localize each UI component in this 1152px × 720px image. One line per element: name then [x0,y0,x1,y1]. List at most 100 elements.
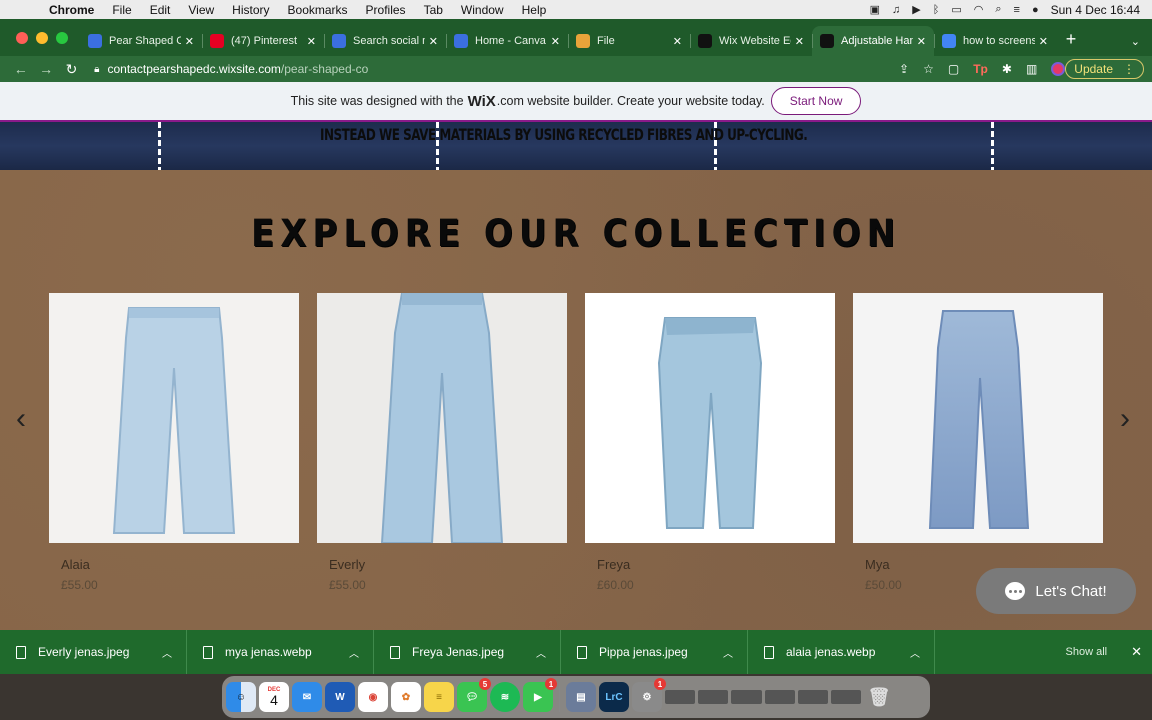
chat-bubble-icon [1005,582,1026,600]
menu-tab[interactable]: Tab [415,3,452,17]
puzzle-extensions-icon[interactable]: ✱ [1002,62,1012,76]
download-options-chevron-icon[interactable]: ︿ [349,645,359,660]
menu-bookmarks[interactable]: Bookmarks [279,3,357,17]
more-menu-icon[interactable]: ⋮ [1123,62,1135,76]
carousel-next-arrow-icon[interactable]: › [1120,402,1130,436]
extension-icon[interactable]: ▢ [948,62,959,76]
browser-tab[interactable]: how to screens ✕ [934,26,1056,56]
screen-record-icon[interactable]: ▣ [870,3,880,16]
menu-history[interactable]: History [223,3,278,17]
menu-file[interactable]: File [103,3,140,17]
notes-icon[interactable]: ≡ [424,682,454,712]
browser-tab[interactable]: Search social m ✕ [324,26,446,56]
tab-search-chevron-icon[interactable]: ⌄ [1119,35,1152,56]
spotify-icon[interactable]: ≋ [490,682,520,712]
calendar-icon[interactable]: DEC 4 [259,682,289,712]
download-item[interactable]: mya jenas.webp ︿ [187,630,374,674]
update-button[interactable]: Update ⋮ [1065,59,1144,79]
downloads-stack[interactable] [665,690,862,704]
menu-view[interactable]: View [179,3,223,17]
forward-button[interactable]: → [33,61,58,77]
finder-icon[interactable]: ☺ [226,682,256,712]
product-image[interactable] [585,293,835,543]
browser-tab[interactable]: Wix Website Ed ✕ [690,26,812,56]
mail-icon[interactable]: ✉ [292,682,322,712]
close-window-button[interactable] [16,32,28,44]
download-item[interactable]: Pippa jenas.jpeg ︿ [561,630,748,674]
browser-tab[interactable]: File ✕ [568,26,690,56]
wifi-icon[interactable]: ◠ [974,3,984,16]
facetime-icon[interactable]: ▶ 1 [523,678,557,712]
lightroom-icon[interactable]: LrC [599,682,629,712]
menu-clock[interactable]: Sun 4 Dec 16:44 [1051,3,1140,17]
product-image[interactable] [49,293,299,543]
close-tab-icon[interactable]: ✕ [307,35,316,48]
close-tab-icon[interactable]: ✕ [1039,35,1048,48]
bluetooth-icon[interactable]: ᛒ [933,4,940,16]
close-downloads-icon[interactable]: ✕ [1131,644,1142,660]
browser-tab[interactable]: Home - Canva ✕ [446,26,568,56]
product-card[interactable]: Mya £50.00 [853,293,1103,592]
bookmark-star-icon[interactable]: ☆ [923,62,934,76]
photos-icon[interactable]: ✿ [391,682,421,712]
chrome-icon[interactable]: ◉ [358,682,388,712]
siri-icon[interactable]: ● [1032,4,1039,16]
download-item[interactable]: alaia jenas.webp ︿ [748,630,935,674]
fullscreen-window-button[interactable] [56,32,68,44]
product-name[interactable]: Everly [329,557,567,572]
browser-tab[interactable]: Pear Shaped Co ✕ [80,26,202,56]
lock-icon[interactable]: 🔒︎ [94,64,99,75]
close-tab-icon[interactable]: ✕ [795,35,804,48]
battery-icon[interactable]: ▭ [951,3,961,16]
browser-tab[interactable]: (47) Pinterest ✕ [202,26,324,56]
messages-icon[interactable]: 💬︎ 5 [457,678,491,712]
product-image[interactable] [317,293,567,543]
product-image[interactable] [853,293,1103,543]
side-panel-icon[interactable]: ▥ [1026,62,1037,76]
spotlight-search-icon[interactable]: ⌕ [995,3,1001,16]
minimize-window-button[interactable] [36,32,48,44]
close-tab-icon[interactable]: ✕ [429,35,438,48]
system-settings-icon[interactable]: ⚙ 1 [632,678,666,712]
download-options-chevron-icon[interactable]: ︿ [162,645,172,660]
canva-icon [454,34,468,48]
close-tab-icon[interactable]: ✕ [917,35,926,48]
download-options-chevron-icon[interactable]: ︿ [910,645,920,660]
address-bar[interactable]: 🔒︎ contactpearshapedc.wixsite.com/pear-s… [94,58,895,80]
download-options-chevron-icon[interactable]: ︿ [723,645,733,660]
menu-edit[interactable]: Edit [141,3,180,17]
menu-window[interactable]: Window [452,3,513,17]
menu-profiles[interactable]: Profiles [357,3,415,17]
word-icon[interactable]: W [325,682,355,712]
browser-tab[interactable]: Adjustable Han ✕ [812,26,934,56]
extension-tp-icon[interactable]: Tp [973,62,988,76]
start-now-button[interactable]: Start Now [770,87,862,115]
reload-button[interactable]: ↻ [59,61,84,78]
product-card[interactable]: Everly £55.00 [317,293,567,592]
product-card[interactable]: Freya £60.00 [585,293,835,592]
address-domain: contactpearshapedc.wixsite.com [107,62,281,76]
close-tab-icon[interactable]: ✕ [551,35,560,48]
close-tab-icon[interactable]: ✕ [673,35,682,48]
lets-chat-button[interactable]: Let's Chat! [976,568,1136,614]
product-name[interactable]: Freya [597,557,835,572]
audio-icon[interactable]: ♫ [892,4,900,16]
product-name[interactable]: Alaia [61,557,299,572]
download-item[interactable]: Everly jenas.jpeg ︿ [0,630,187,674]
new-tab-button[interactable]: + [1056,25,1086,50]
trash-icon[interactable]: 🗑︎ [864,682,894,712]
back-button[interactable]: ← [8,61,33,77]
control-center-icon[interactable]: ≡ [1014,4,1020,16]
carousel-prev-arrow-icon[interactable]: ‹ [16,402,26,436]
product-card[interactable]: Alaia £55.00 [49,293,299,592]
profile-avatar[interactable] [1051,62,1066,76]
play-icon[interactable]: ▶ [912,3,920,16]
close-tab-icon[interactable]: ✕ [185,35,194,48]
download-item[interactable]: Freya Jenas.jpeg ︿ [374,630,561,674]
show-all-downloads-link[interactable]: Show all [1066,646,1108,658]
preview-icon[interactable]: ▤ [566,682,596,712]
menu-app-name[interactable]: Chrome [40,3,103,17]
menu-help[interactable]: Help [513,3,556,17]
download-options-chevron-icon[interactable]: ︿ [536,645,546,660]
share-icon[interactable]: ⇪ [899,62,909,76]
